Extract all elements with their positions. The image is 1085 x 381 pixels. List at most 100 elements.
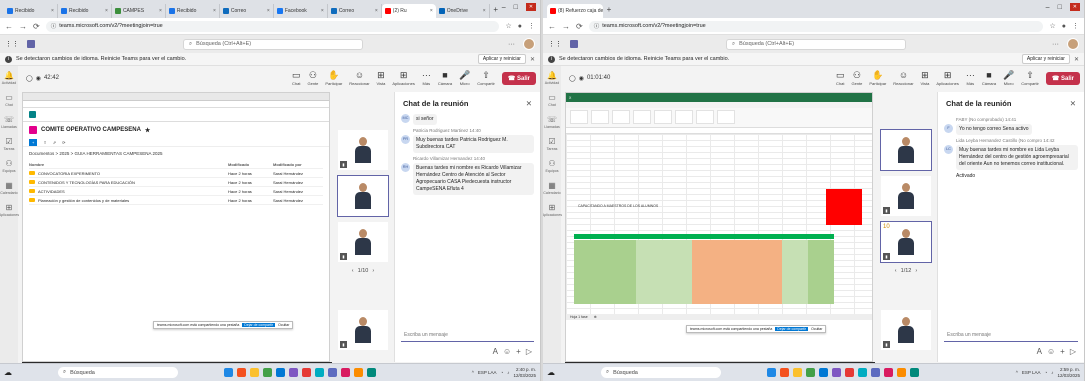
spreadsheet-cell[interactable] [692, 300, 782, 304]
tab-close-icon[interactable]: × [105, 8, 108, 14]
participant-tile[interactable]: ▮ [881, 176, 931, 216]
profile-icon[interactable]: ● [1062, 23, 1066, 30]
site-info-icon[interactable]: ⓘ [594, 22, 600, 30]
taskbar-app-icon[interactable] [871, 368, 880, 377]
taskbar-app-icon[interactable] [858, 368, 867, 377]
hide-button[interactable]: Ocultar [278, 323, 289, 327]
weather-icon[interactable]: ☁ [547, 368, 555, 377]
minimize-icon[interactable]: – [1046, 4, 1050, 11]
taskbar-app-icon[interactable] [767, 368, 776, 377]
tab-close-icon[interactable]: × [430, 8, 433, 14]
star-icon[interactable]: ☆ [505, 22, 511, 30]
browser-tab[interactable]: Recibido × [58, 4, 112, 18]
ribbon-group[interactable] [591, 110, 609, 124]
taskbar-app-icon[interactable] [315, 368, 324, 377]
participant-tile[interactable]: 10 ▮ [880, 221, 932, 263]
rail-item-4[interactable]: ⚇ Equipos [546, 160, 559, 174]
rail-item-4[interactable]: ⚇ Equipos [3, 160, 16, 174]
tool-2-button[interactable]: ✋ Participar [869, 70, 886, 86]
spreadsheet-cell[interactable] [782, 300, 808, 304]
chevron-right-icon[interactable]: › [372, 268, 374, 274]
star-icon[interactable]: ★ [145, 127, 150, 134]
browser-tab[interactable]: Recibido × [166, 4, 220, 18]
leave-button[interactable]: ☎ Salir [501, 71, 536, 85]
tool-3-button[interactable]: ☺ Reaccionar [893, 70, 913, 86]
maximize-icon[interactable]: □ [514, 4, 518, 11]
taskbar-search[interactable]: ⌕ Búsqueda [601, 367, 721, 378]
tool-9-button[interactable]: ⇧ Compartir [1021, 70, 1039, 86]
taskbar-search[interactable]: ⌕ Búsqueda [58, 367, 178, 378]
back-icon[interactable]: ← [548, 22, 556, 31]
tab-close-icon[interactable]: × [321, 8, 324, 14]
taskbar-app-icon[interactable] [354, 368, 363, 377]
new-tab-icon[interactable]: + [603, 5, 615, 14]
close-icon[interactable]: ✕ [526, 99, 532, 108]
ribbon-group[interactable] [696, 110, 714, 124]
lang-indicator[interactable]: ESP LAA [478, 370, 497, 375]
volume-icon[interactable]: ♪ [507, 370, 509, 375]
waffle-icon[interactable]: ⋮⋮ [5, 40, 19, 48]
ribbon-group[interactable] [612, 110, 630, 124]
menu-icon[interactable]: ⋮ [528, 22, 535, 30]
spreadsheet-cell[interactable] [636, 300, 692, 304]
participant-tile[interactable]: ▮ [338, 310, 388, 350]
lang-indicator[interactable]: ESP LAA [1022, 370, 1041, 375]
maximize-icon[interactable]: □ [1058, 4, 1062, 11]
tool-7-button[interactable]: ■ Cámara [982, 70, 996, 86]
tool-4-button[interactable]: ⊞ Vista [377, 70, 386, 86]
plus-icon[interactable]: + [1060, 347, 1065, 356]
participant-tile[interactable]: ▮ [338, 222, 388, 262]
window-close-icon[interactable]: ✕ [1069, 3, 1080, 11]
taskbar-app-icon[interactable] [263, 368, 272, 377]
ribbon-group[interactable] [654, 110, 672, 124]
tool-3-button[interactable]: ☺ Reaccionar [349, 70, 369, 86]
tool-1-button[interactable]: ⚇ Gente [307, 70, 318, 86]
send-icon[interactable]: ▷ [526, 347, 532, 356]
close-icon[interactable]: ✕ [530, 56, 535, 63]
reload-icon[interactable]: ⟳ [33, 22, 40, 31]
clock[interactable]: 2:59 p. m. 12/03/2025 [1057, 367, 1080, 378]
tab-close-icon[interactable]: × [375, 8, 378, 14]
ribbon-group[interactable] [675, 110, 693, 124]
rail-item-0[interactable]: 🔔 Actividad [2, 72, 17, 86]
apply-restart-button[interactable]: Aplicar y reiniciar [477, 54, 526, 64]
plus-icon[interactable]: + [516, 347, 521, 356]
weather-icon[interactable]: ☁ [4, 368, 12, 377]
minimize-icon[interactable]: – [502, 4, 506, 11]
browser-tab[interactable]: Recibido × [4, 4, 58, 18]
browser-tab[interactable]: (2) Ru × [381, 4, 436, 18]
browser-tab[interactable]: OneDrive × [436, 4, 490, 18]
window-close-icon[interactable]: ✕ [525, 3, 537, 11]
clock[interactable]: 2:40 p. m. 12/03/2025 [513, 367, 536, 378]
close-icon[interactable]: ✕ [1070, 99, 1076, 108]
browser-tab[interactable]: (8) Refuerzo caja de herran× [547, 4, 603, 18]
rail-item-1[interactable]: ▭ Chat [548, 94, 556, 108]
compose-input[interactable]: Escriba un mensaje [944, 328, 1078, 342]
rail-item-2[interactable]: ☏ Llamadas [544, 116, 560, 130]
taskbar-app-icon[interactable] [341, 368, 350, 377]
back-icon[interactable]: ← [5, 22, 13, 31]
user-avatar[interactable] [523, 38, 535, 50]
chevron-up-icon[interactable]: ^ [472, 370, 474, 375]
forward-icon[interactable]: → [562, 22, 570, 31]
tool-0-button[interactable]: ▭ Chat [292, 70, 301, 86]
taskbar-app-icon[interactable] [780, 368, 789, 377]
user-avatar[interactable] [1067, 38, 1079, 50]
spreadsheet-cell[interactable] [574, 300, 636, 304]
rail-item-2[interactable]: ☏ Llamadas [1, 116, 17, 130]
tool-7-button[interactable]: ■ Cámara [438, 70, 452, 86]
tab-close-icon[interactable]: × [483, 8, 486, 14]
taskbar-app-icon[interactable] [884, 368, 893, 377]
reload-icon[interactable]: ⟳ [576, 22, 583, 31]
hide-button[interactable]: Ocultar [811, 327, 822, 331]
chevron-left-icon[interactable]: ‹ [352, 268, 354, 274]
tool-4-button[interactable]: ⊞ Vista [921, 70, 930, 86]
star-icon[interactable]: ☆ [1049, 22, 1055, 30]
forward-icon[interactable]: → [19, 22, 27, 31]
taskbar-app-icon[interactable] [302, 368, 311, 377]
taskbar-app-icon[interactable] [276, 368, 285, 377]
ribbon-group[interactable] [717, 110, 735, 124]
menu-icon[interactable]: ⋮ [1072, 22, 1079, 30]
browser-tab[interactable]: CAMPES × [112, 4, 166, 18]
chevron-up-icon[interactable]: ^ [1016, 370, 1018, 375]
